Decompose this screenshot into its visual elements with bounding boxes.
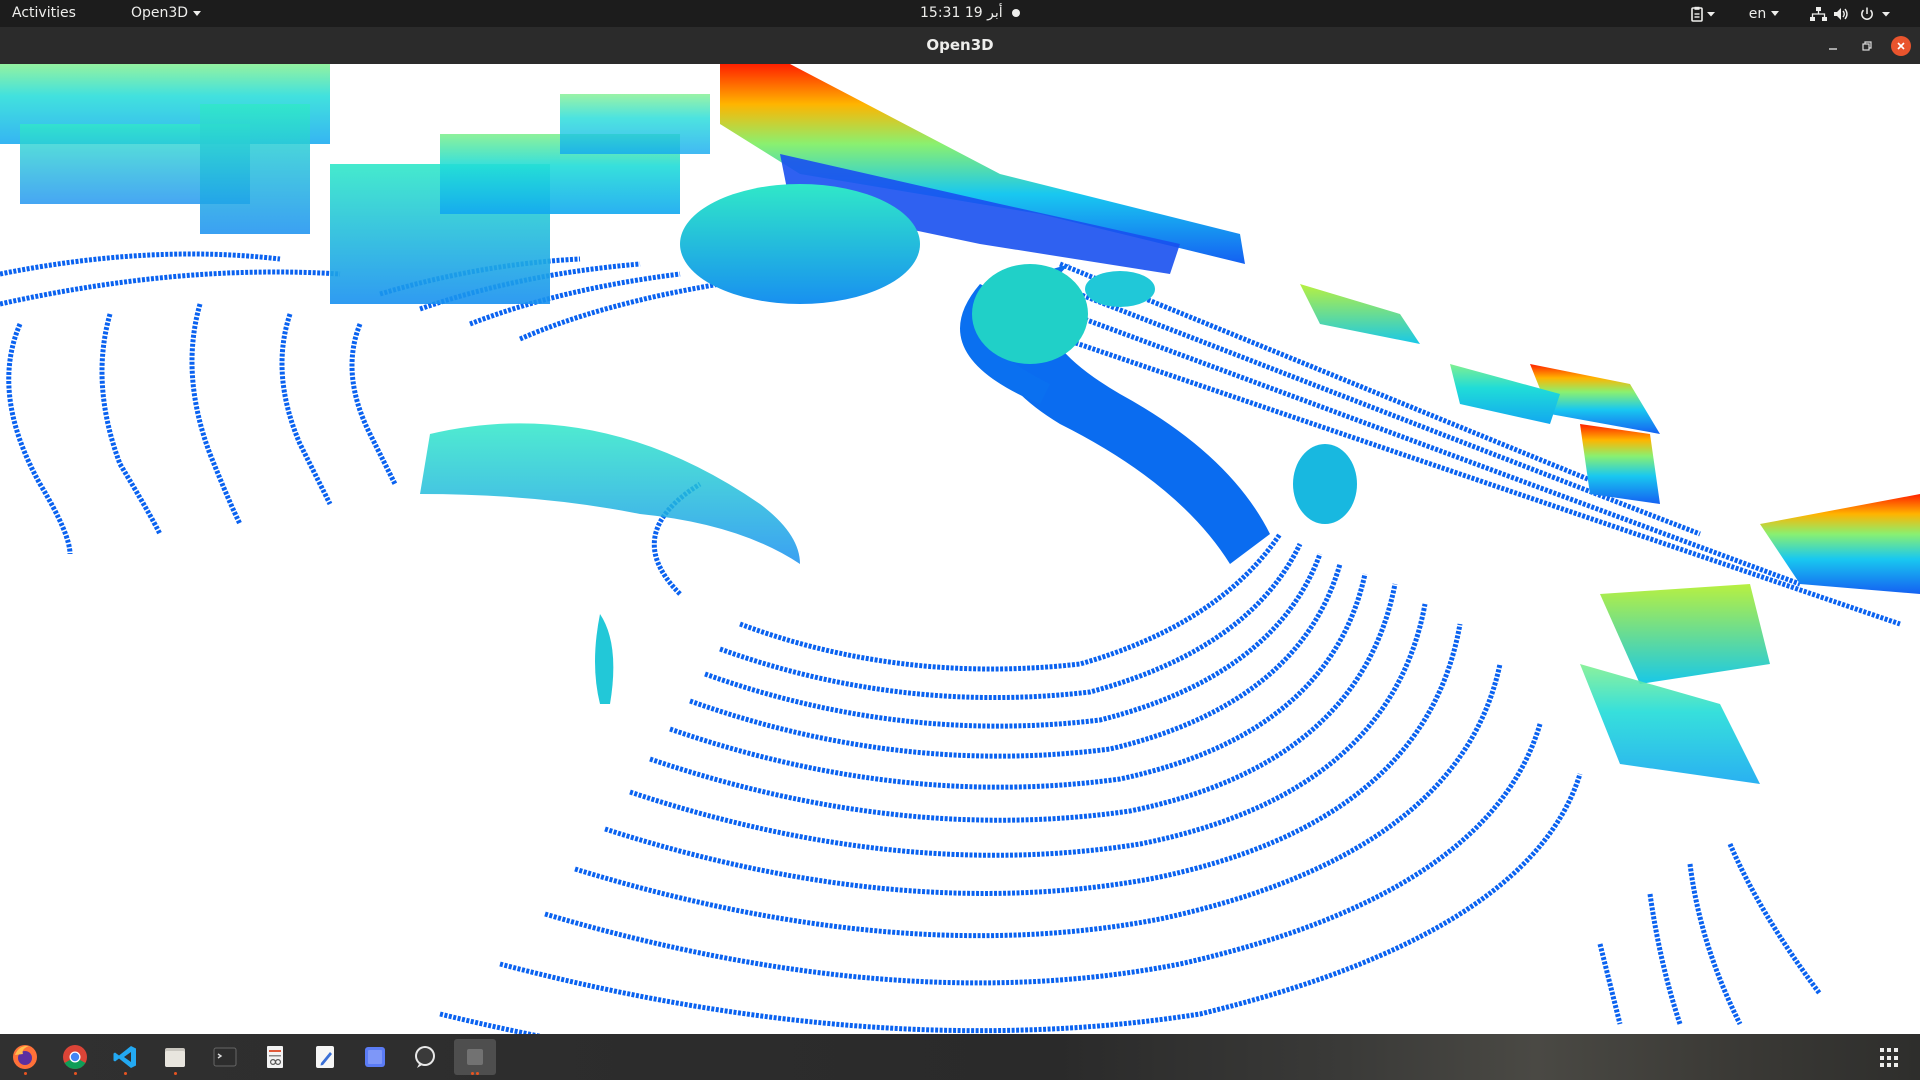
screenshot-icon: [365, 1047, 385, 1067]
window-titlebar[interactable]: Open3D: [0, 27, 1920, 65]
keyboard-layout-indicator[interactable]: en: [1744, 0, 1784, 27]
files-launcher[interactable]: [157, 1039, 193, 1075]
ground-scan-rings: [0, 251, 1901, 1034]
text-editor-launcher[interactable]: [307, 1039, 343, 1075]
minimize-icon: [1829, 48, 1837, 50]
chevron-down-icon: [193, 10, 202, 16]
maximize-button[interactable]: [1857, 36, 1877, 56]
network-icon: [1810, 6, 1827, 21]
running-indicator: [471, 1072, 474, 1075]
chevron-down-icon: [1771, 11, 1780, 16]
show-applications-icon[interactable]: [1880, 1048, 1900, 1068]
vscode-icon: [113, 1046, 136, 1068]
chrome-launcher[interactable]: [57, 1039, 93, 1075]
top-bar: Activities Open3D أبر 19 15:31 en: [0, 0, 1920, 27]
chrome-icon: [63, 1045, 87, 1070]
app-menu[interactable]: Open3D: [131, 0, 202, 27]
system-menu[interactable]: [1808, 0, 1908, 27]
chat-launcher[interactable]: [407, 1039, 443, 1075]
clipboard-indicator[interactable]: [1683, 0, 1723, 27]
restore-icon: [1862, 41, 1872, 51]
document-viewer-launcher[interactable]: [257, 1039, 293, 1075]
running-indicator: [476, 1072, 479, 1075]
power-icon: [1861, 7, 1873, 20]
firefox-icon: [13, 1045, 37, 1069]
left-vegetation: [0, 64, 710, 304]
window-title: Open3D: [926, 36, 994, 54]
open3d-icon: [467, 1049, 483, 1065]
vscode-launcher[interactable]: [107, 1039, 143, 1075]
system-status-icons: [1810, 6, 1890, 21]
close-button[interactable]: [1891, 36, 1911, 56]
mid-vegetation: [420, 423, 800, 704]
screenshot-launcher[interactable]: [357, 1039, 393, 1075]
point-cloud-render: [0, 64, 1920, 1034]
files-icon: [165, 1048, 185, 1067]
volume-icon: [1834, 7, 1848, 20]
clock[interactable]: أبر 19 15:31: [920, 0, 1003, 27]
firefox-launcher[interactable]: [7, 1039, 43, 1075]
running-indicator: [173, 1072, 177, 1075]
keyboard-layout-label: en: [1748, 5, 1767, 22]
app-menu-label: Open3D: [131, 5, 189, 21]
terminal-launcher[interactable]: [207, 1039, 243, 1075]
minimize-button[interactable]: [1823, 36, 1843, 56]
text-editor-icon: [316, 1046, 334, 1068]
running-indicator: [23, 1072, 27, 1075]
activities-button[interactable]: Activities: [12, 0, 76, 27]
notification-dot-icon: [1012, 9, 1020, 17]
terminal-icon: [213, 1047, 237, 1067]
close-icon: [1897, 42, 1905, 50]
point-cloud-viewport[interactable]: [0, 64, 1920, 1034]
open3d-launcher[interactable]: [454, 1039, 496, 1075]
clipboard-icon: [1691, 6, 1715, 22]
running-indicator: [73, 1072, 77, 1075]
running-indicator: [123, 1072, 127, 1075]
document-viewer-icon: [267, 1046, 283, 1068]
right-structures: [1300, 284, 1920, 784]
chat-icon: [415, 1046, 435, 1068]
dock: [0, 1034, 1920, 1080]
